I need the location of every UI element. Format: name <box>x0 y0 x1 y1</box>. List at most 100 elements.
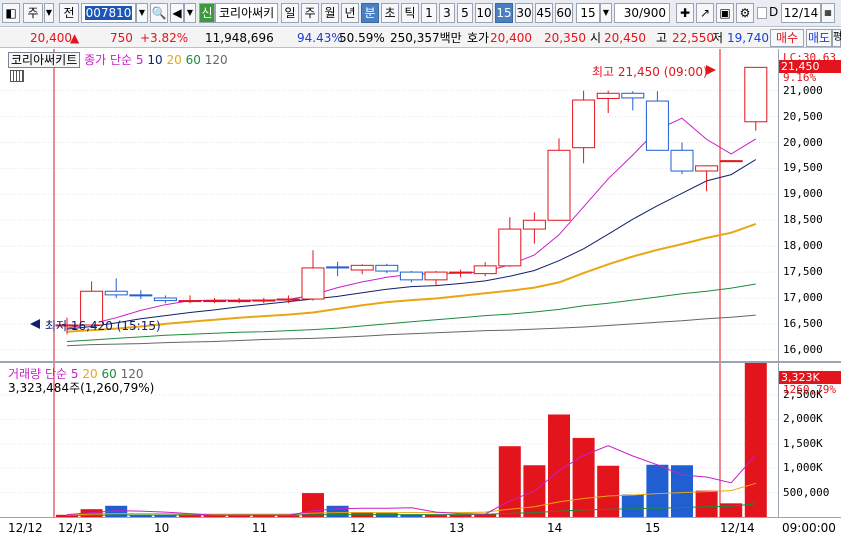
chart-name: 코리아써키트 <box>8 52 81 68</box>
ma120-label: 120 <box>204 53 228 67</box>
speaker-icon[interactable]: ◀ <box>170 3 184 23</box>
calendar-icon[interactable]: ▦ <box>821 3 835 23</box>
volume-info: 3,323,484주(1,260,79%) <box>8 381 155 395</box>
candle-body <box>572 99 596 149</box>
price-panel[interactable]: 코리아써키트 종가 단순 5 10 20 60 120 최고 21,450 (0… <box>0 49 778 361</box>
type-dropdown-icon[interactable]: ▼ <box>44 3 54 23</box>
settings-icon[interactable]: ⚙ <box>736 3 754 23</box>
date-checkbox-label: D <box>769 5 779 19</box>
candle-body <box>695 165 719 172</box>
price-change: 750 <box>110 31 133 45</box>
count-input[interactable]: 30/900 <box>614 3 670 23</box>
volume-bar <box>621 494 644 517</box>
speaker-dropdown-icon[interactable]: ▼ <box>184 3 196 23</box>
interval-60[interactable]: 60 <box>555 3 573 23</box>
x-label-prev-date: 12/12 <box>8 521 43 535</box>
price-tick-label: 17,500 <box>783 265 823 279</box>
x-label-10: 10 <box>154 521 170 535</box>
eval-button[interactable]: 평 <box>832 29 841 47</box>
candle-body <box>227 300 251 303</box>
candle-body <box>719 160 743 163</box>
interval-dropdown-icon[interactable]: ▼ <box>600 3 612 23</box>
x-label-13: 13 <box>449 521 465 535</box>
volume-bar <box>572 437 595 517</box>
price-legend: 코리아써키트 종가 단순 5 10 20 60 120 <box>8 51 228 68</box>
period-button[interactable]: 전 <box>59 3 79 23</box>
crosshair-icon[interactable]: ✚ <box>676 3 694 23</box>
up-arrow-icon: ▲ <box>70 31 80 45</box>
candle-body <box>621 92 645 99</box>
price-tick-label: 19,500 <box>783 161 823 175</box>
code-value: 007810 <box>84 6 133 20</box>
ma60-label: 60 <box>185 53 201 67</box>
interval-1[interactable]: 1 <box>421 3 437 23</box>
candle-body <box>645 100 669 151</box>
interval-select[interactable]: 15 <box>576 3 600 23</box>
code-input[interactable]: 007810 <box>81 3 136 23</box>
high-label: 고 <box>656 31 668 45</box>
period-tab-month[interactable]: 월 <box>321 3 339 23</box>
period-tab-week[interactable]: 주 <box>301 3 319 23</box>
candle-body <box>498 228 522 267</box>
period-tab-second[interactable]: 초 <box>381 3 399 23</box>
ma5-label: 5 <box>135 53 144 67</box>
interval-30[interactable]: 30 <box>515 3 533 23</box>
price-chart[interactable] <box>0 49 778 361</box>
candle-body <box>424 271 448 281</box>
chart-type-icon[interactable]: ◧ <box>2 3 20 23</box>
interval-45[interactable]: 45 <box>535 3 553 23</box>
stock-name-field[interactable]: 코리아써키 <box>215 3 278 23</box>
price-change-pct: +3.82% <box>140 31 189 45</box>
volume-axis: 2,500K 2,000K 1,500K 1,000K 500,000 3,323K 1… <box>778 363 841 517</box>
volume-tick-label: 1,500K <box>783 436 823 450</box>
candle-body <box>276 298 300 301</box>
open-price: 20,450 <box>604 31 646 45</box>
period-tab-minute[interactable]: 분 <box>361 3 379 23</box>
ma10-label: 10 <box>147 53 163 67</box>
low-annotation: 최저 16,420 (15:15) <box>45 319 161 333</box>
ask-label: 호가 <box>467 31 490 45</box>
search-icon[interactable]: 🔍 <box>150 3 168 23</box>
x-label-date-start: 12/13 <box>58 521 93 535</box>
candle-body <box>203 300 227 303</box>
ma20-label: 20 <box>166 53 182 67</box>
volume-panel[interactable]: 거래량 단순 5 20 60 120 3,323,484주(1,260,79%) <box>0 363 778 517</box>
period-tab-day[interactable]: 일 <box>281 3 299 23</box>
sell-button[interactable]: 매도 <box>806 29 832 47</box>
candle-body <box>473 265 497 275</box>
candle-body <box>596 92 620 99</box>
interval-10[interactable]: 10 <box>475 3 493 23</box>
save-icon[interactable]: ▣ <box>716 3 734 23</box>
code-dropdown-icon[interactable]: ▼ <box>136 3 148 23</box>
turnover-ratio: 50.59% <box>339 31 385 45</box>
period-tab-year[interactable]: 년 <box>341 3 359 23</box>
price-tick-label: 16,500 <box>783 316 823 330</box>
type-select[interactable]: 주 <box>23 3 43 23</box>
interval-5[interactable]: 5 <box>457 3 473 23</box>
ma60-line <box>66 283 756 342</box>
candle-body <box>449 271 473 274</box>
period-tab-tick[interactable]: 틱 <box>401 3 419 23</box>
candle-body <box>375 264 399 272</box>
candle-body <box>670 149 694 172</box>
interval-15[interactable]: 15 <box>495 3 513 23</box>
buy-button[interactable]: 매수 <box>770 29 804 47</box>
interval-3[interactable]: 3 <box>439 3 455 23</box>
trade-volume: 11,948,696 <box>205 31 274 45</box>
volume-ratio: 94.43% <box>297 31 343 45</box>
candle-body <box>129 294 153 297</box>
low-label: 저 <box>712 31 724 45</box>
current-price: 20,400 <box>30 31 72 45</box>
volume-bar <box>671 465 693 517</box>
date-checkbox[interactable] <box>757 7 767 19</box>
volume-bar <box>646 464 669 517</box>
trade-amount: 250,357백만 <box>390 31 462 45</box>
date-input[interactable]: 12/14 <box>781 3 821 23</box>
candle-body <box>547 149 571 221</box>
ma120-line <box>66 314 756 347</box>
ma-label: 종가 단순 <box>84 53 133 67</box>
candle-body <box>301 267 325 300</box>
table-icon[interactable] <box>10 70 24 82</box>
volume-tick-label: 2,000K <box>783 412 823 426</box>
trend-tool-icon[interactable]: ↗ <box>696 3 714 23</box>
